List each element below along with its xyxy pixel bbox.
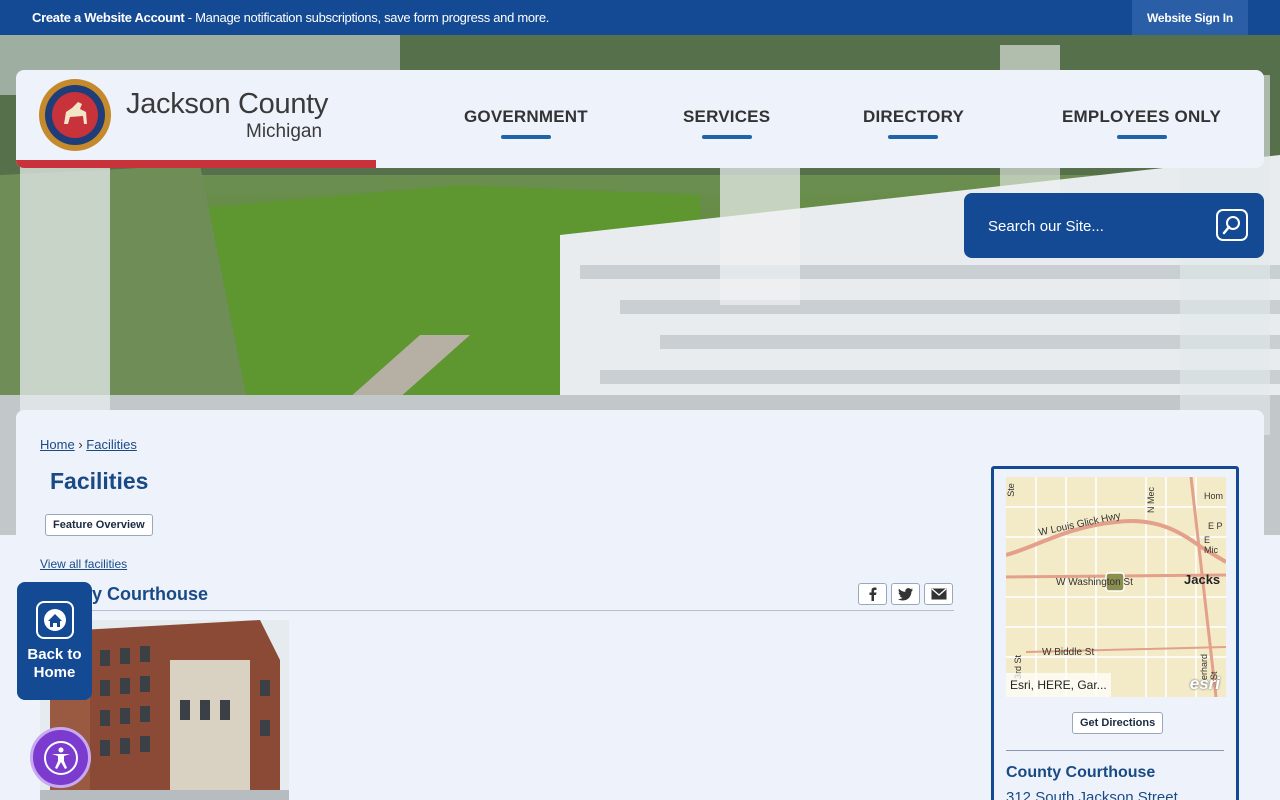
map-label-biddle: W Biddle St: [1042, 647, 1095, 658]
facility-sidebar: W Louis Glick Hwy W Washington St Jacks …: [991, 466, 1239, 800]
create-account-link[interactable]: Create a Website Account - Manage notifi…: [32, 10, 549, 25]
header-accent-line: [16, 160, 376, 168]
breadcrumb: Home › Facilities: [40, 437, 137, 452]
map-label-n-mec: N Mec: [1146, 486, 1157, 514]
nav-underline: [701, 135, 752, 139]
search-button[interactable]: [1216, 209, 1248, 241]
create-account-desc: - Manage notification subscriptions, sav…: [184, 10, 550, 25]
facebook-icon: [869, 587, 876, 601]
breadcrumb-facilities[interactable]: Facilities: [86, 437, 137, 452]
brand-subtitle: Michigan: [246, 121, 323, 142]
page-title: Facilities: [50, 468, 149, 494]
sidebar-facility-name: County Courthouse: [1006, 764, 1156, 781]
accessibility-button[interactable]: [30, 727, 91, 788]
twitter-icon: [898, 587, 913, 600]
main-content: Home › Facilities Facilities Feature Ove…: [16, 410, 1264, 800]
nav-underline: [1116, 135, 1167, 139]
search-input[interactable]: [988, 214, 1188, 238]
email-icon: [931, 588, 946, 600]
nav-directory[interactable]: DIRECTORY: [863, 107, 964, 139]
nav-underline: [888, 135, 939, 139]
nav-government-label: GOVERNMENT: [464, 107, 588, 126]
top-bar: Create a Website Account - Manage notifi…: [0, 0, 1280, 35]
map-attribution[interactable]: Esri, HERE, Gar...: [1006, 673, 1111, 697]
map-label-washington: W Washington St: [1056, 577, 1133, 588]
esri-logo: esri: [1189, 674, 1220, 693]
map-label-hom: Hom: [1204, 491, 1224, 501]
website-sign-in-button[interactable]: Website Sign In: [1132, 0, 1248, 35]
brand-title[interactable]: Jackson County: [126, 88, 328, 121]
back-to-home-line2: Home: [33, 664, 76, 681]
map-label-jackson: Jacks: [1184, 572, 1221, 587]
feature-overview-button[interactable]: Feature Overview: [45, 514, 153, 536]
breadcrumb-home[interactable]: Home: [40, 437, 75, 452]
nav-services-label: SERVICES: [683, 107, 771, 126]
divider: [40, 610, 954, 611]
back-to-home-label: Back to Home: [17, 646, 92, 682]
breadcrumb-separator: ›: [78, 437, 83, 452]
accessibility-icon: [43, 740, 78, 775]
nav-services[interactable]: SERVICES: [683, 107, 770, 139]
nav-directory-label: DIRECTORY: [863, 107, 964, 126]
email-share-button[interactable]: [924, 583, 953, 605]
county-seal-logo[interactable]: [38, 78, 112, 152]
map-label-ste: Ste: [1006, 483, 1016, 497]
map-label-e-mic: E Mic: [1204, 535, 1218, 555]
nav-employees-only[interactable]: EMPLOYEES ONLY: [1062, 107, 1221, 139]
site-search: [964, 193, 1264, 258]
nav-employees-only-label: EMPLOYEES ONLY: [1062, 107, 1221, 126]
facebook-share-button[interactable]: [858, 583, 887, 605]
nav-underline: [500, 135, 551, 139]
sidebar-address: 312 South Jackson Street: [1006, 789, 1178, 800]
home-icon-frame: [36, 601, 74, 639]
site-header: Jackson County Michigan GOVERNMENT SERVI…: [16, 70, 1264, 168]
search-icon: [1222, 216, 1240, 235]
create-account-bold[interactable]: Create a Website Account: [32, 10, 185, 25]
view-all-facilities-link[interactable]: View all facilities: [40, 557, 127, 571]
facility-sidebar-panel: W Louis Glick Hwy W Washington St Jacks …: [994, 469, 1236, 800]
back-to-home-line1: Back to: [27, 646, 82, 663]
twitter-share-button[interactable]: [891, 583, 920, 605]
back-to-home-button[interactable]: Back to Home: [17, 582, 92, 700]
facility-map[interactable]: W Louis Glick Hwy W Washington St Jacks …: [1006, 477, 1226, 697]
nav-government[interactable]: GOVERNMENT: [464, 107, 588, 139]
home-icon: [44, 609, 66, 631]
sidebar-divider: [1006, 750, 1224, 751]
get-directions-button[interactable]: Get Directions: [1072, 712, 1164, 734]
map-label-e-p: E P: [1208, 521, 1223, 531]
